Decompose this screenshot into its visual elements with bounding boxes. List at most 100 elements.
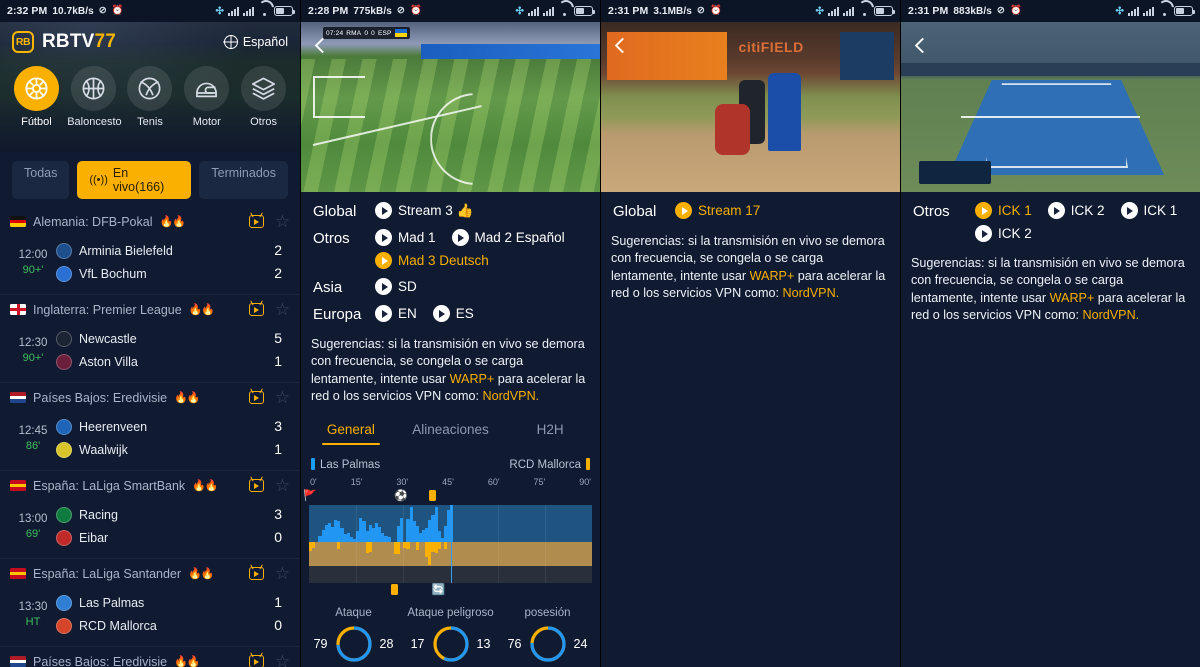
tip-vpn-link[interactable]: NordVPN. [1082, 308, 1139, 322]
tv-play-icon[interactable] [248, 391, 264, 404]
tv-play-icon[interactable] [248, 303, 264, 316]
stream-link[interactable]: ICK 1 [1120, 202, 1178, 219]
stream-group: Asia SD [313, 278, 588, 296]
team-name-home: Newcastle [79, 331, 137, 346]
stream-link[interactable]: SD [375, 278, 417, 295]
play-icon [1120, 202, 1138, 219]
language-selector[interactable]: Español [223, 35, 288, 49]
category-tenis[interactable]: Tenis [124, 66, 176, 128]
bar [396, 542, 401, 554]
x-tick-label: 0' [310, 477, 317, 487]
wifi-icon [558, 7, 570, 16]
wifi-icon [1158, 7, 1170, 16]
match-kickoff-time: 13:30 [18, 600, 48, 613]
league-header[interactable]: España: LaLiga SmartBank 🔥🔥 ☆ [10, 471, 290, 500]
category-baloncesto[interactable]: Baloncesto [67, 66, 122, 128]
tab-general[interactable]: General [301, 416, 401, 451]
favorite-star-icon[interactable]: ☆ [275, 389, 290, 406]
team-name-home: Las Palmas [79, 595, 145, 610]
tip-warp-link[interactable]: WARP+ [450, 372, 495, 386]
tip-warp-link[interactable]: WARP+ [750, 269, 795, 283]
tip-vpn-link[interactable]: NordVPN. [482, 389, 539, 403]
favorite-star-icon[interactable]: ☆ [275, 301, 290, 318]
video-player-tennis[interactable] [901, 22, 1200, 192]
panel-baseball-stream: 2:31 PM 3.1MB/s ⊘ ⏰ ✣ citiFIELD Global S… [600, 0, 900, 667]
tip-warp-link[interactable]: WARP+ [1050, 291, 1095, 305]
bluetooth-icon: ✣ [815, 5, 824, 17]
status-time: 2:31 PM [608, 5, 649, 17]
tip-text-panel4: Sugerencias: si la transmisión en vivo s… [901, 251, 1200, 325]
league-header[interactable]: España: LaLiga Santander 🔥🔥 ☆ [10, 559, 290, 588]
stream-link[interactable]: Mad 1 [375, 229, 436, 246]
tv-play-icon[interactable] [248, 655, 264, 667]
category-otros[interactable]: Otros [238, 66, 290, 128]
team-name-home: Arminia Bielefeld [79, 243, 173, 258]
league-header[interactable]: Inglaterra: Premier League 🔥🔥 ☆ [10, 295, 290, 324]
favorite-star-icon[interactable]: ☆ [275, 477, 290, 494]
wifi-icon [258, 7, 270, 16]
back-icon[interactable] [611, 34, 633, 56]
tv-play-icon[interactable] [248, 479, 264, 492]
stream-link[interactable]: ICK 2 [975, 225, 1032, 242]
video-player-soccer[interactable]: 07:24 RMA 0 0 ESP [301, 22, 600, 192]
category-label: Otros [250, 116, 278, 128]
status-time: 2:28 PM [308, 5, 349, 17]
match-row[interactable]: 12:30 90+' Newcastle Aston Villa 5 1 [10, 324, 290, 382]
stream-link[interactable]: Mad 2 Español [451, 229, 565, 246]
stream-link[interactable]: Mad 3 Deutsch [375, 252, 489, 269]
stream-link[interactable]: Stream 3 👍 [375, 202, 473, 219]
score-away: 1 [274, 353, 282, 369]
league-name: Países Bajos: Eredivisie [33, 654, 168, 667]
tab-alineaciones[interactable]: Alineaciones [401, 416, 501, 451]
match-row[interactable]: 12:45 86' Heerenveen Waalwijk 3 1 [10, 412, 290, 470]
x-tick-label: 60' [487, 477, 500, 487]
favorite-star-icon[interactable]: ☆ [275, 653, 290, 667]
donut-icon [335, 626, 372, 662]
stream-link[interactable]: EN [375, 305, 417, 322]
stream-group: Global Stream 17 [613, 202, 888, 220]
league-header[interactable]: Países Bajos: Eredivisie 🔥🔥 ☆ [10, 647, 290, 667]
favorite-star-icon[interactable]: ☆ [275, 565, 290, 582]
stream-link[interactable]: ICK 2 [1047, 202, 1105, 219]
play-icon [375, 229, 392, 246]
tab-h2h[interactable]: H2H [500, 416, 600, 451]
match-scores: 30 [250, 503, 290, 549]
match-row[interactable]: 13:30 HT Las Palmas RCD Mallorca 1 0 [10, 588, 290, 646]
league-header[interactable]: Alemania: DFB-Pokal 🔥🔥 ☆ [10, 207, 290, 236]
tv-play-icon[interactable] [248, 215, 264, 228]
tip-vpn-link[interactable]: NordVPN. [782, 286, 839, 300]
video-player-baseball[interactable]: citiFIELD [601, 22, 900, 192]
favorite-star-icon[interactable]: ☆ [275, 213, 290, 230]
hot-fire-icon: 🔥🔥 [192, 480, 218, 492]
back-icon[interactable] [911, 34, 933, 56]
court-lines [984, 83, 1129, 169]
filter-terminados[interactable]: Terminados [199, 161, 288, 199]
score-home: 2 [274, 242, 282, 258]
status-bar-4: 2:31 PM 883kB/s ⊘ ⏰ ✣ [901, 0, 1200, 22]
app-title: RBTV77 [42, 31, 116, 53]
filter-en-vivo[interactable]: ((•)) En vivo(166) [77, 161, 192, 199]
match-row[interactable]: 12:00 90+' Arminia Bielefeld VfL Bochum 2 2 [10, 236, 290, 294]
overlay-score-home: 0 [364, 29, 369, 37]
stream-label: ICK 1 [1143, 203, 1178, 218]
match-live-minute: 69' [25, 527, 41, 540]
back-icon[interactable] [311, 34, 333, 56]
stream-link[interactable]: Stream 17 [675, 202, 760, 219]
stream-links-panel2: Global Stream 3 👍 Otros Mad 1 Mad 2 Español M… [301, 192, 600, 323]
team-row-home: Arminia Bielefeld [56, 239, 250, 262]
category-futbol[interactable]: Fútbol [10, 66, 62, 128]
stream-link[interactable]: ICK 1 [975, 202, 1032, 219]
category-motor[interactable]: Motor [181, 66, 233, 128]
filter-todas[interactable]: Todas [12, 161, 70, 199]
legend-swatch-away [586, 458, 590, 470]
overlay-score-away: 0 [371, 29, 375, 37]
match-live-minute: 90+' [22, 351, 44, 364]
league-header[interactable]: Países Bajos: Eredivisie 🔥🔥 ☆ [10, 383, 290, 412]
match-list[interactable]: Alemania: DFB-Pokal 🔥🔥 ☆ 12:00 90+' Arminia B… [0, 207, 300, 667]
scoreboard-overlay [918, 161, 991, 184]
stream-link[interactable]: ES [432, 305, 474, 322]
stat-away-value: 24 [573, 637, 588, 651]
match-row[interactable]: 13:00 69' Racing Eibar 3 0 [10, 500, 290, 558]
bar [415, 542, 419, 551]
tv-play-icon[interactable] [248, 567, 264, 580]
